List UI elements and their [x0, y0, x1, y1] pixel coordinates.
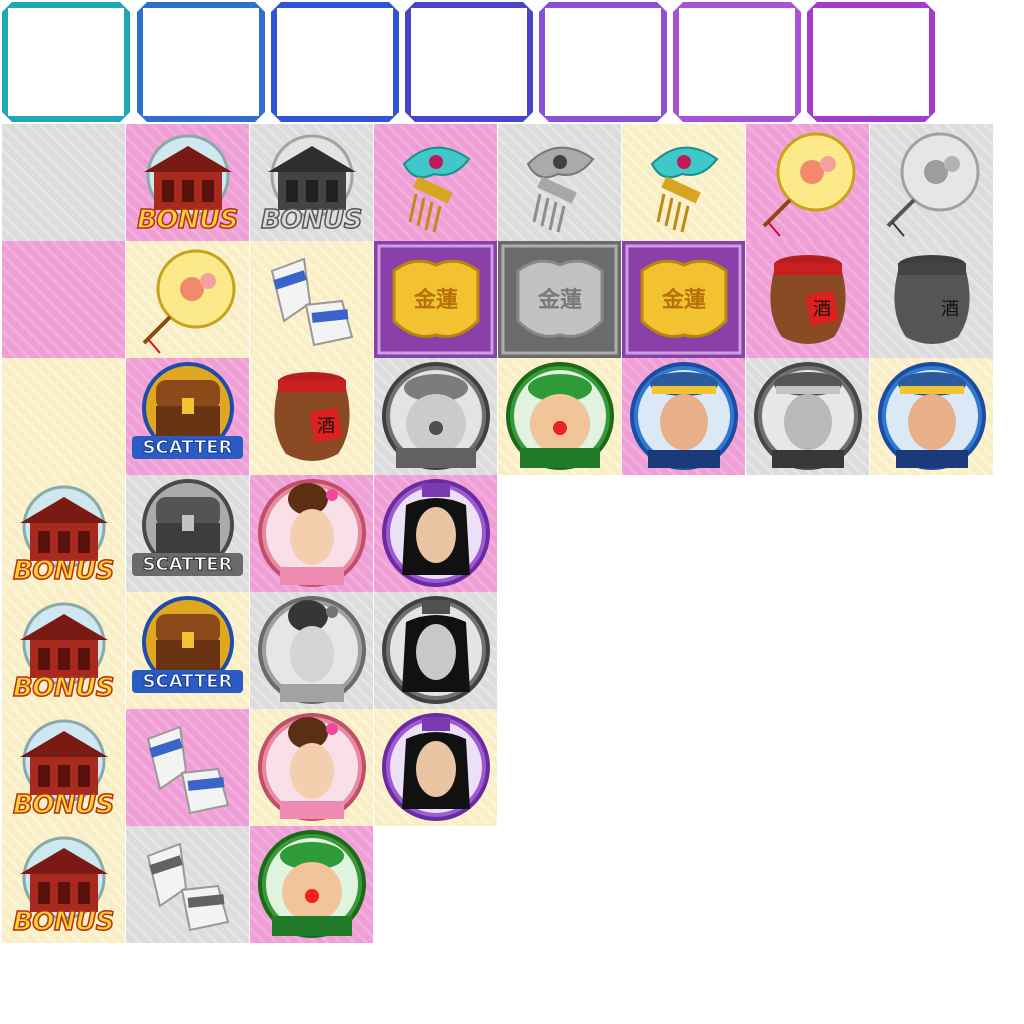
fan-icon	[142, 249, 236, 354]
hairpin-icon	[526, 146, 595, 233]
wine-jar-symbol-gray: 酒	[870, 241, 993, 358]
fan-symbol-gray	[870, 124, 993, 241]
shoes-icon	[270, 257, 354, 347]
bonus-label: BONUS	[12, 555, 115, 587]
fat-man-symbol-gray	[374, 358, 497, 475]
scatter-label: SCATTER	[132, 553, 243, 576]
fat-man-portrait-icon	[506, 362, 614, 470]
reel-frame-1	[2, 2, 130, 122]
hairpin-symbol-gray	[498, 124, 621, 241]
fat-man-symbol	[250, 826, 373, 943]
fat-man-portrait-icon	[258, 830, 366, 938]
fan-symbol	[126, 241, 249, 358]
svg-text:金蓮: 金蓮	[537, 287, 582, 313]
bonus-label: BONUS	[12, 906, 115, 938]
hairpin-symbol	[374, 124, 497, 241]
house-bonus-symbol: BONUS	[2, 709, 125, 826]
scholar-symbol	[374, 475, 497, 592]
lady-portrait-icon	[258, 479, 366, 587]
young-man-portrait-icon	[878, 362, 986, 470]
bonus-label: BONUS	[12, 672, 115, 704]
bonus-label: BONUS	[260, 204, 363, 236]
hairpin-icon	[650, 146, 719, 233]
lady-portrait-icon	[258, 596, 366, 704]
wine-jar-icon: 酒	[770, 255, 846, 344]
fat-man-portrait-icon	[382, 362, 490, 470]
bonus-label: BONUS	[12, 789, 115, 821]
house-bonus-symbol: BONUS	[2, 592, 125, 709]
chest-scatter-symbol-gray: SCATTER	[126, 475, 249, 592]
chest-scatter-symbol: SCATTER	[126, 592, 249, 709]
reel-frame-6	[673, 2, 801, 122]
tile-empty-cream	[2, 358, 125, 475]
young-man-symbol	[622, 358, 745, 475]
house-bonus-symbol: BONUS	[2, 826, 125, 943]
wine-jar-icon: 酒	[894, 255, 970, 344]
scatter-label: SCATTER	[132, 670, 243, 693]
shoes-symbol	[250, 241, 373, 358]
wine-jar-symbol: 酒	[746, 241, 869, 358]
gold-plaque-icon: 金蓮	[377, 244, 494, 355]
hairpin-symbol	[622, 124, 745, 241]
lady-symbol	[250, 709, 373, 826]
svg-text:酒: 酒	[317, 416, 335, 437]
shoes-icon	[146, 725, 230, 815]
plaque-symbol: 金蓮	[622, 241, 745, 358]
shoes-symbol	[126, 709, 249, 826]
bonus-label: BONUS	[136, 204, 239, 236]
scholar-portrait-icon	[382, 596, 490, 704]
hairpin-icon	[402, 146, 471, 233]
fat-man-symbol	[498, 358, 621, 475]
shoes-icon	[146, 842, 230, 932]
gold-plaque-icon: 金蓮	[501, 244, 618, 355]
scholar-portrait-icon	[382, 713, 490, 821]
fan-icon	[762, 132, 856, 237]
lady-symbol	[250, 475, 373, 592]
plaque-symbol: 金蓮	[374, 241, 497, 358]
fan-symbol	[746, 124, 869, 241]
scholar-symbol-gray	[374, 592, 497, 709]
house-bonus-symbol-gray: BONUS	[250, 124, 373, 241]
reel-frame-7	[807, 2, 935, 122]
tile-empty-pink	[2, 241, 125, 358]
scholar-symbol	[374, 709, 497, 826]
wine-jar-symbol: 酒	[250, 358, 373, 475]
scholar-portrait-icon	[382, 479, 490, 587]
svg-text:酒: 酒	[941, 299, 959, 320]
house-bonus-symbol: BONUS	[126, 124, 249, 241]
young-man-symbol-gray	[746, 358, 869, 475]
young-man-portrait-icon	[630, 362, 738, 470]
reel-frame-3	[271, 2, 399, 122]
reel-frame-5	[539, 2, 667, 122]
gold-plaque-icon: 金蓮	[625, 244, 742, 355]
svg-text:金蓮: 金蓮	[661, 287, 706, 313]
lady-portrait-icon	[258, 713, 366, 821]
young-man-symbol	[870, 358, 993, 475]
plaque-symbol-gray: 金蓮	[498, 241, 621, 358]
wine-jar-icon: 酒	[274, 372, 350, 461]
scatter-label: SCATTER	[132, 436, 243, 459]
chest-scatter-symbol: SCATTER	[126, 358, 249, 475]
shoes-symbol-gray	[126, 826, 249, 943]
reel-frame-4	[405, 2, 533, 122]
tile-empty-gray	[2, 124, 125, 241]
lady-symbol-gray	[250, 592, 373, 709]
svg-text:酒: 酒	[813, 299, 831, 320]
house-bonus-symbol: BONUS	[2, 475, 125, 592]
svg-text:金蓮: 金蓮	[413, 287, 458, 313]
fan-icon	[886, 132, 980, 237]
reel-frame-2	[137, 2, 265, 122]
young-man-portrait-icon	[754, 362, 862, 470]
